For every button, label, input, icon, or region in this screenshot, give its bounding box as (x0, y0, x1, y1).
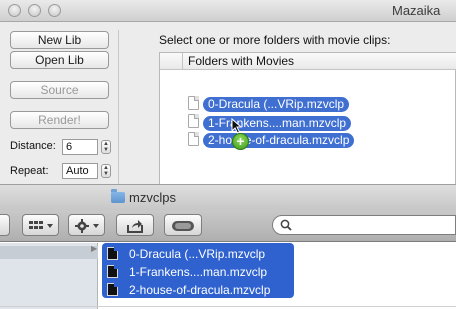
search-field[interactable] (272, 215, 456, 235)
distance-field[interactable]: 6 (62, 139, 98, 155)
distance-label: Distance: (10, 140, 56, 152)
document-icon (188, 96, 199, 110)
folders-table-header[interactable]: Folders with Movies (160, 53, 456, 70)
close-window-button[interactable] (8, 4, 21, 17)
repeat-label: Repeat: (10, 165, 49, 177)
app-window: Mazaika New Lib Open Lib Source Render! … (0, 0, 456, 190)
distance-stepper[interactable]: ▲ ▼ (101, 140, 111, 154)
file-icon (107, 265, 118, 278)
action-button[interactable] (68, 214, 105, 236)
minimize-window-button[interactable] (28, 4, 41, 17)
view-options-button[interactable] (22, 214, 59, 236)
repeat-field[interactable]: Auto (62, 163, 98, 179)
search-icon (280, 219, 292, 231)
divider (0, 306, 456, 307)
grid-icon (28, 221, 53, 229)
column-divider (182, 53, 183, 70)
toggle-button[interactable] (164, 214, 202, 236)
finder-toolbar (0, 210, 456, 242)
dragged-item-0: 0-Dracula (...VRip.mzvclp (203, 97, 350, 112)
search-input[interactable] (295, 218, 445, 232)
document-icon (188, 114, 199, 128)
toggle-icon (172, 221, 194, 231)
zoom-window-button[interactable] (48, 4, 61, 17)
file-name: 0-Dracula (...VRip.mzvclp (129, 247, 266, 261)
app-titlebar: Mazaika (0, 0, 456, 22)
folder-icon (111, 189, 125, 203)
share-button[interactable] (116, 214, 154, 236)
copy-plus-icon: + (232, 133, 249, 150)
file-name: 2-house-of-dracula.mzvclp (129, 283, 271, 297)
instructions-text: Select one or more folders with movie cl… (159, 33, 391, 47)
finder-window-title: mzvclps (129, 190, 176, 205)
source-button[interactable]: Source (10, 81, 109, 99)
window-title: Mazaika (392, 3, 441, 18)
folders-column-header[interactable]: Folders with Movies (188, 54, 294, 68)
panel-divider (118, 30, 119, 190)
file-icon (107, 283, 118, 296)
document-icon (188, 132, 199, 146)
finder-window: mzvclps ▶ 0-Dracula (...VRip.mzvclp 1-Fr… (0, 184, 456, 309)
new-lib-button[interactable]: New Lib (10, 31, 109, 49)
gear-icon (74, 219, 99, 233)
open-lib-button[interactable]: Open Lib (10, 51, 109, 69)
file-name: 1-Frankens....man.mzvclp (129, 265, 268, 279)
dragged-item-2: 2-house-of-dracula.mzvclp (203, 133, 355, 148)
dragged-item-1: 1-Frankens....man.mzvclp (203, 116, 352, 131)
sidebar-item[interactable] (0, 246, 98, 259)
file-icon (107, 247, 118, 260)
share-icon (127, 220, 143, 233)
repeat-stepper[interactable]: ▲ ▼ (101, 164, 111, 178)
finder-titlebar: mzvclps (0, 184, 456, 210)
arrow-cursor-icon (231, 118, 243, 134)
render-button[interactable]: Render! (10, 111, 109, 129)
disclosure-triangle-icon[interactable]: ▶ (91, 244, 97, 253)
view-button-partial[interactable] (0, 214, 10, 236)
finder-sidebar[interactable] (0, 243, 98, 309)
